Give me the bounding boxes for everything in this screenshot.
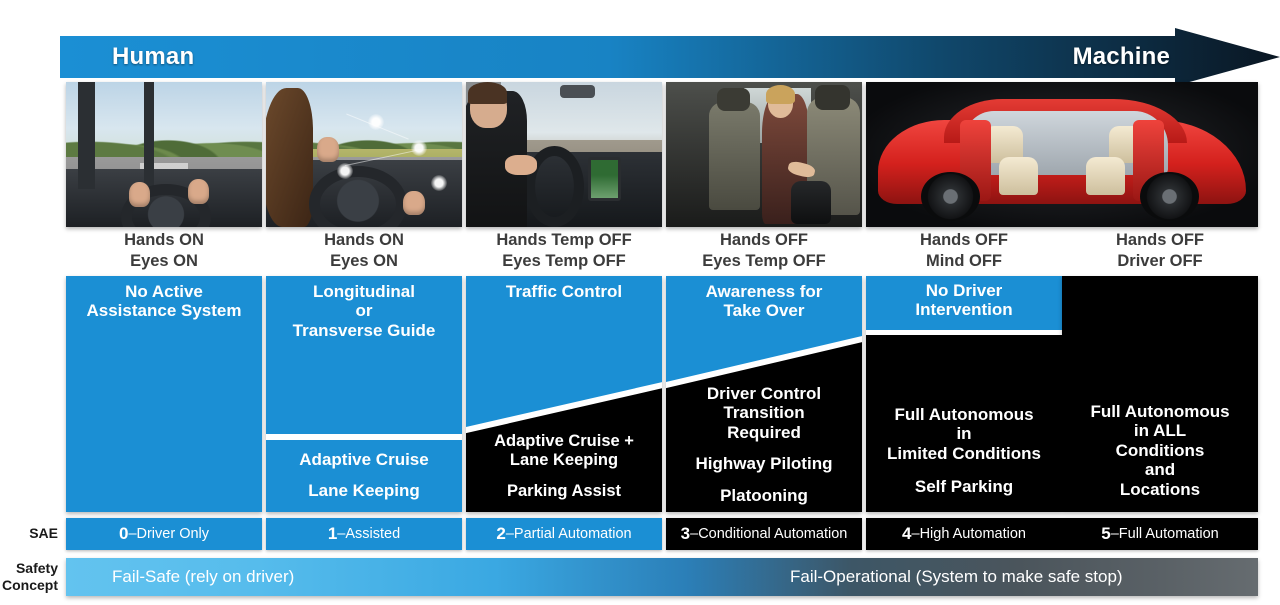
block-col-4: Awareness for Take Over Driver Control T… xyxy=(666,276,862,512)
arrow-label-human: Human xyxy=(112,43,195,70)
photo-ar-driving xyxy=(266,82,462,227)
block-col-5-bottom-text: Full Autonomous in Limited Conditions Se… xyxy=(887,405,1041,497)
block-col-1-top-text: No Active Assistance System xyxy=(86,282,242,321)
caption-line-2: Eyes ON xyxy=(130,252,198,270)
caption-line-2: Eyes Temp OFF xyxy=(502,252,626,270)
block-col-5-bottom-panel: Full Autonomous in Limited Conditions Se… xyxy=(866,335,1062,512)
caption-line-1: Hands OFF xyxy=(919,230,1008,249)
caption-line-1: Hands Temp OFF xyxy=(496,230,632,249)
caption-line-2: Eyes ON xyxy=(330,252,398,270)
block-col-3-bottom-text: Adaptive Cruise + Lane Keeping Parking A… xyxy=(494,432,634,500)
caption-col-3: Hands Temp OFF Eyes Temp OFF xyxy=(466,228,662,274)
safety-fail-safe-text: Fail-Safe (rely on driver) xyxy=(112,567,295,586)
caption-line-2: Eyes Temp OFF xyxy=(702,252,826,270)
block-col-4-top-text: Awareness for Take Over xyxy=(705,282,823,321)
block-col-2-bottom-text: Adaptive Cruise Lane Keeping xyxy=(299,450,429,501)
block-col-5-top-text: No Driver Intervention xyxy=(915,281,1013,320)
safety-fail-operational-text: Fail-Operational (System to make safe st… xyxy=(790,567,1123,586)
photo-hands-on-wheel xyxy=(66,82,262,227)
block-col-4-bottom-text: Driver Control Transition Required Highw… xyxy=(695,384,833,505)
block-col-6-bottom-text: Full Autonomous in ALL Conditions and Lo… xyxy=(1090,402,1230,499)
photo-row xyxy=(0,82,1280,227)
photo-hands-off-infotainment xyxy=(466,82,662,227)
sae-cell-level-3[interactable]: 3 –Conditional Automation xyxy=(666,518,862,550)
sae-cell-level-1[interactable]: 1 –Assisted xyxy=(266,518,462,550)
caption-col-1: Hands ON Eyes ON xyxy=(66,228,262,274)
block-col-5-top-panel: No Driver Intervention xyxy=(866,276,1062,330)
block-col-5: No Driver Intervention Full Autonomous i… xyxy=(866,276,1062,512)
caption-line-1: Hands OFF xyxy=(1115,230,1204,249)
safety-concept-row-label: Safety Concept xyxy=(2,559,58,594)
arrow-label-machine: Machine xyxy=(1072,43,1170,70)
automation-function-blocks: No Active Assistance System Longitudinal… xyxy=(0,276,1280,512)
hands-eyes-caption-row: Hands ON Eyes ON Hands ON Eyes ON Hands … xyxy=(0,228,1280,274)
sae-cell-level-5[interactable]: 5 –Full Automation xyxy=(1062,518,1258,550)
block-col-3-top-text: Traffic Control xyxy=(505,282,623,301)
block-col-3: Traffic Control Adaptive Cruise + Lane K… xyxy=(466,276,662,512)
caption-line-2: Mind OFF xyxy=(925,252,1003,270)
caption-col-2: Hands ON Eyes ON xyxy=(266,228,462,274)
sae-row-label: SAE xyxy=(29,525,58,542)
photo-driver-reaching-back xyxy=(666,82,862,227)
caption-line-2: Driver OFF xyxy=(1117,252,1203,270)
human-to-machine-arrow: Human Machine xyxy=(60,28,1280,86)
sae-cell-level-0[interactable]: 0 –Driver Only xyxy=(66,518,262,550)
photo-autonomous-concept-car xyxy=(866,82,1258,227)
block-col-2-bottom-panel: Adaptive Cruise Lane Keeping xyxy=(266,440,462,512)
caption-col-4: Hands OFF Eyes Temp OFF xyxy=(666,228,862,274)
block-col-2-top-panel: Longitudinal or Transverse Guide xyxy=(266,276,462,434)
sae-level-row: SAE 0 –Driver Only 1 –Assisted 2 –Partia… xyxy=(0,518,1280,550)
block-col-6: Full Autonomous in ALL Conditions and Lo… xyxy=(1062,276,1258,512)
caption-line-1: Hands ON xyxy=(124,230,204,249)
block-col-1: No Active Assistance System xyxy=(66,276,262,512)
infographic-root: Human Machine Hands ON Eyes ON Hands ON … xyxy=(0,0,1280,605)
sae-cell-level-4[interactable]: 4 –High Automation xyxy=(866,518,1062,550)
block-col-2: Longitudinal or Transverse Guide Adaptiv… xyxy=(266,276,462,512)
caption-line-1: Hands OFF xyxy=(719,230,808,249)
sae-cell-level-2[interactable]: 2 –Partial Automation xyxy=(466,518,662,550)
safety-concept-row: Safety Concept Fail-Safe (rely on driver… xyxy=(0,558,1280,600)
caption-line-1: Hands ON xyxy=(324,230,404,249)
block-col-2-top-text: Longitudinal or Transverse Guide xyxy=(292,282,436,340)
caption-col-6: Hands OFF Driver OFF xyxy=(1062,228,1258,274)
caption-col-5: Hands OFF Mind OFF xyxy=(866,228,1062,274)
